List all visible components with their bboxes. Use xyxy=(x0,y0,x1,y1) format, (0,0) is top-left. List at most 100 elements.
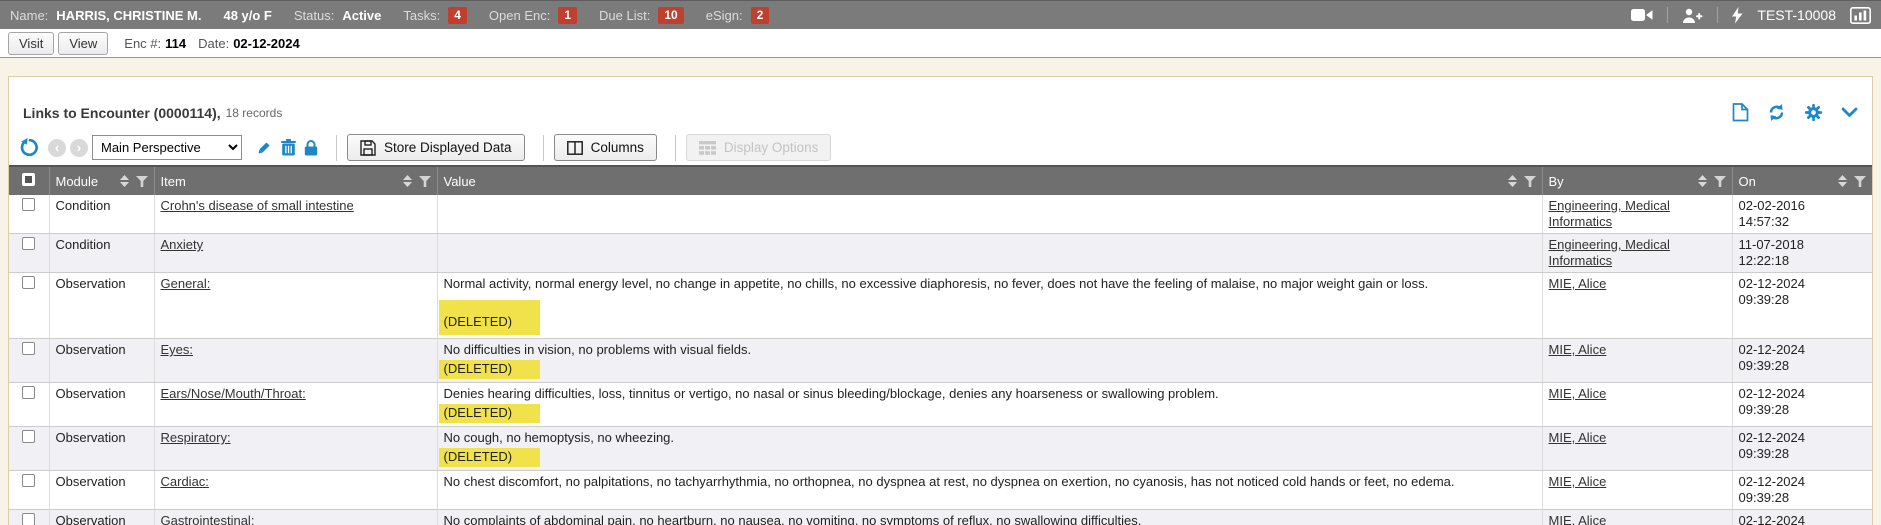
select-cell xyxy=(9,471,49,510)
on-cell: 11-07-201812:22:18 xyxy=(1732,234,1872,273)
item-link[interactable]: Eyes: xyxy=(161,342,194,357)
enc-number-label: Enc #: xyxy=(124,36,161,51)
by-cell: Engineering, Medical Informatics xyxy=(1542,195,1732,234)
edit-pencil-icon[interactable] xyxy=(256,139,273,156)
encounter-bar: Visit View Enc #: 114 Date: 02-12-2024 xyxy=(0,29,1881,58)
table-body: Condition Crohn's disease of small intest… xyxy=(9,195,1872,525)
on-cell: 02-12-202409:39:28 xyxy=(1732,427,1872,471)
by-link[interactable]: Engineering, Medical Informatics xyxy=(1549,198,1670,229)
columns-button[interactable]: Columns xyxy=(554,134,657,161)
row-checkbox[interactable] xyxy=(22,474,35,487)
chart-stats-icon[interactable] xyxy=(1850,7,1871,24)
by-link[interactable]: MIE, Alice xyxy=(1549,513,1607,525)
sort-icon[interactable] xyxy=(1698,175,1707,187)
by-cell: MIE, Alice xyxy=(1542,427,1732,471)
value-cell xyxy=(437,234,1542,273)
item-link[interactable]: Ears/Nose/Mouth/Throat: xyxy=(161,386,306,401)
filter-funnel-icon[interactable] xyxy=(1714,176,1726,187)
status-label: Status: xyxy=(294,8,334,23)
perspective-select[interactable]: Main Perspective xyxy=(92,135,242,160)
item-cell: Ears/Nose/Mouth/Throat: xyxy=(154,383,437,427)
patient-age-sex: 48 y/o F xyxy=(223,8,271,23)
row-checkbox[interactable] xyxy=(22,198,35,211)
refresh-icon[interactable] xyxy=(1767,103,1786,122)
page-background: Links to Encounter (0000114), 18 records xyxy=(0,58,1881,525)
item-link[interactable]: Anxiety xyxy=(161,237,204,252)
select-all-checkbox[interactable] xyxy=(22,173,35,186)
display-options-button: Display Options xyxy=(686,134,832,161)
value-cell: Denies hearing difficulties, loss, tinni… xyxy=(437,383,1542,427)
select-cell xyxy=(9,273,49,339)
delete-trash-icon[interactable] xyxy=(281,139,296,156)
store-displayed-data-button[interactable]: Store Displayed Data xyxy=(347,134,525,161)
video-call-icon[interactable] xyxy=(1631,8,1653,22)
reset-undo-icon[interactable] xyxy=(19,138,40,158)
row-checkbox[interactable] xyxy=(22,386,35,399)
module-cell: Observation xyxy=(49,510,154,525)
sort-icon[interactable] xyxy=(403,175,412,187)
toolbar-divider xyxy=(543,135,544,161)
by-cell: MIE, Alice xyxy=(1542,339,1732,383)
sort-icon[interactable] xyxy=(1508,175,1517,187)
row-checkbox[interactable] xyxy=(22,276,35,289)
lock-icon[interactable] xyxy=(304,139,318,156)
add-person-icon[interactable] xyxy=(1682,8,1703,23)
links-table: Module Item xyxy=(9,167,1872,525)
sort-icon[interactable] xyxy=(120,175,129,187)
esign-badge[interactable]: 2 xyxy=(751,7,770,24)
by-link[interactable]: MIE, Alice xyxy=(1549,474,1607,489)
module-cell: Observation xyxy=(49,273,154,339)
by-link[interactable]: Engineering, Medical Informatics xyxy=(1549,237,1670,268)
gear-icon[interactable] xyxy=(1804,103,1823,122)
by-link[interactable]: MIE, Alice xyxy=(1549,342,1607,357)
by-link[interactable]: MIE, Alice xyxy=(1549,276,1607,291)
select-cell xyxy=(9,195,49,234)
item-cell: Anxiety xyxy=(154,234,437,273)
col-on-label: On xyxy=(1739,174,1756,189)
item-link[interactable]: Respiratory: xyxy=(161,430,231,445)
on-cell: 02-12-202409:39:28 xyxy=(1732,510,1872,525)
row-checkbox[interactable] xyxy=(22,513,35,525)
sort-icon[interactable] xyxy=(1838,175,1847,187)
by-cell: MIE, Alice xyxy=(1542,471,1732,510)
by-cell: MIE, Alice xyxy=(1542,273,1732,339)
module-cell: Condition xyxy=(49,195,154,234)
view-tab[interactable]: View xyxy=(58,32,108,55)
row-checkbox[interactable] xyxy=(22,237,35,250)
item-cell: Cardiac: xyxy=(154,471,437,510)
new-document-icon[interactable] xyxy=(1732,103,1749,122)
toolbar-divider xyxy=(675,135,676,161)
col-module-label: Module xyxy=(56,174,99,189)
item-link[interactable]: Cardiac: xyxy=(161,474,209,489)
by-link[interactable]: MIE, Alice xyxy=(1549,430,1607,445)
on-cell: 02-02-201614:57:32 xyxy=(1732,195,1872,234)
select-cell xyxy=(9,234,49,273)
item-link[interactable]: Gastrointestinal: xyxy=(161,513,255,525)
table-row: ObservationGeneral:Normal activity, norm… xyxy=(9,273,1872,339)
visit-tab[interactable]: Visit xyxy=(8,32,54,55)
next-perspective-icon: › xyxy=(70,139,88,157)
select-cell xyxy=(9,383,49,427)
filter-funnel-icon[interactable] xyxy=(1524,176,1536,187)
open-enc-badge[interactable]: 1 xyxy=(558,7,577,24)
item-cell: Eyes: xyxy=(154,339,437,383)
value-cell: No cough, no hemoptysis, no wheezing.(DE… xyxy=(437,427,1542,471)
by-cell: MIE, Alice xyxy=(1542,510,1732,525)
links-to-encounter-panel: Links to Encounter (0000114), 18 records xyxy=(8,76,1873,525)
filter-funnel-icon[interactable] xyxy=(1854,176,1866,187)
due-list-badge[interactable]: 10 xyxy=(658,7,683,24)
by-link[interactable]: MIE, Alice xyxy=(1549,386,1607,401)
deleted-highlight: (DELETED) xyxy=(439,448,541,467)
chevron-down-icon[interactable] xyxy=(1841,107,1858,118)
lightning-bolt-icon[interactable] xyxy=(1732,7,1743,24)
filter-funnel-icon[interactable] xyxy=(419,176,431,187)
row-checkbox[interactable] xyxy=(22,430,35,443)
row-checkbox[interactable] xyxy=(22,342,35,355)
by-cell: Engineering, Medical Informatics xyxy=(1542,234,1732,273)
item-link[interactable]: Crohn's disease of small intestine xyxy=(161,198,354,213)
filter-funnel-icon[interactable] xyxy=(136,176,148,187)
due-list-label: Due List: xyxy=(599,8,650,23)
status-value: Active xyxy=(342,8,381,23)
item-link[interactable]: General: xyxy=(161,276,211,291)
tasks-badge[interactable]: 4 xyxy=(448,7,467,24)
